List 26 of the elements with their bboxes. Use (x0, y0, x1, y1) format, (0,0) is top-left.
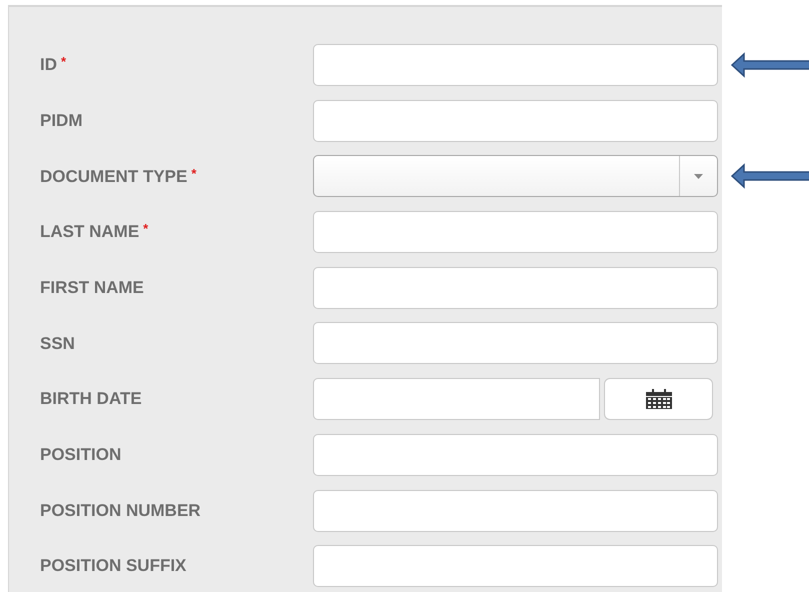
text-field[interactable] (313, 545, 718, 588)
field-label: PIDM (40, 110, 82, 130)
required-mark: * (61, 54, 66, 70)
text-field[interactable] (313, 266, 718, 309)
date-field[interactable] (313, 378, 600, 420)
text-field[interactable] (313, 100, 718, 142)
field-label: ID (40, 55, 57, 74)
field-label: FIRST NAME (40, 278, 144, 297)
text-field[interactable] (313, 490, 718, 532)
calendar-icon (646, 389, 672, 410)
text-field[interactable] (313, 211, 718, 254)
dropdown-field[interactable] (313, 155, 718, 198)
required-mark: * (143, 221, 148, 236)
caret-icon (694, 174, 703, 179)
field-label: POSITION SUFFIX (40, 556, 186, 576)
field-label: DOCUMENT TYPE (40, 166, 188, 186)
calendar-button[interactable] (604, 378, 713, 420)
field-label: BIRTH DATE (40, 389, 142, 408)
text-field[interactable] (313, 44, 718, 86)
field-label: POSITION (40, 445, 122, 464)
required-mark: * (191, 166, 196, 181)
text-field[interactable] (313, 434, 718, 476)
field-label: SSN (40, 334, 75, 353)
field-label: LAST NAME (40, 222, 140, 242)
text-field[interactable] (313, 322, 718, 364)
field-label: POSITION NUMBER (40, 500, 201, 520)
